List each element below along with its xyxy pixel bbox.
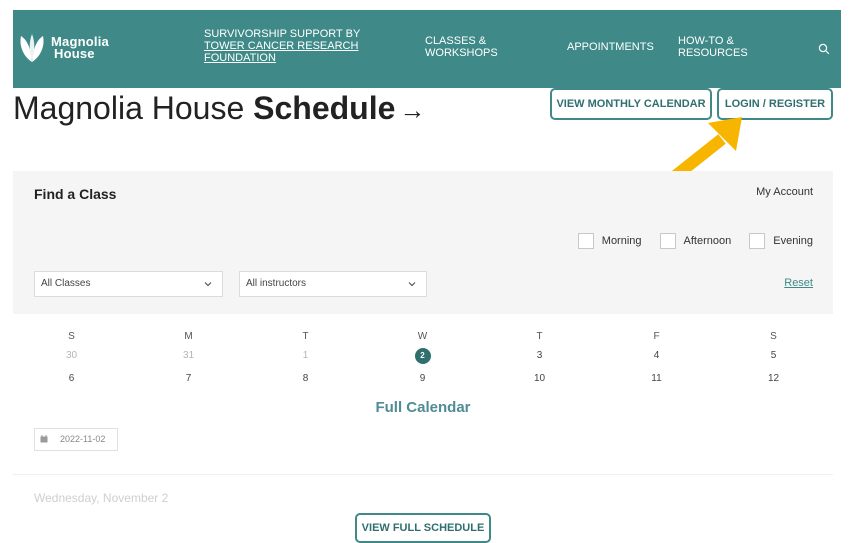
calendar-day[interactable]: 9 — [364, 373, 481, 384]
classes-select-value: All Classes — [41, 278, 91, 289]
tower-link-line-2[interactable]: FOUNDATION — [204, 52, 364, 64]
afternoon-checkbox[interactable]: Afternoon — [659, 233, 732, 249]
weekday-label: S — [68, 331, 75, 342]
nav-howto-line-1: HOW-TO & — [678, 35, 734, 47]
nav-appointments[interactable]: APPOINTMENTS — [567, 41, 654, 53]
calendar-day[interactable]: 30 — [13, 350, 130, 361]
calendar-icon — [40, 435, 48, 443]
chevron-down-icon — [408, 282, 416, 287]
magnolia-leaf-icon — [20, 34, 44, 62]
section-divider — [13, 474, 833, 475]
page-title: Magnolia House Schedule → — [13, 88, 425, 130]
checkbox-box[interactable] — [577, 233, 594, 249]
morning-checkbox[interactable]: Morning — [577, 233, 642, 249]
weekday-label: T — [536, 331, 543, 342]
calendar-day-selected[interactable]: 2 — [364, 348, 481, 364]
calendar-day[interactable]: 8 — [247, 373, 364, 384]
morning-label: Morning — [601, 235, 642, 247]
weekday-label: M — [184, 331, 193, 342]
nav-classes-workshops[interactable]: CLASSES & WORKSHOPS — [425, 35, 498, 59]
calendar-day[interactable]: 7 — [130, 373, 247, 384]
my-account-link[interactable]: My Account — [756, 186, 813, 198]
evening-checkbox[interactable]: Evening — [749, 233, 813, 249]
magnolia-house-logo[interactable]: Magnolia House — [17, 32, 109, 64]
checkbox-box[interactable] — [749, 233, 766, 249]
calendar-day[interactable]: 11 — [598, 373, 715, 384]
instructors-select[interactable]: All instructors — [239, 271, 427, 297]
calendar-day[interactable]: 5 — [715, 350, 832, 361]
logo-line-2: House — [54, 46, 95, 61]
logo-text: Magnolia House — [51, 35, 109, 61]
find-a-class-panel: Find a Class My Account Morning Afternoo… — [13, 171, 833, 314]
nav-howto-line-2: RESOURCES — [678, 47, 748, 59]
weekday-label: T — [302, 331, 309, 342]
weekday-label: S — [770, 331, 777, 342]
calendar-day[interactable]: 10 — [481, 373, 598, 384]
page-title-bold: Schedule — [253, 90, 396, 126]
time-filter-checkboxes: Morning Afternoon Evening — [560, 233, 813, 249]
calendar-day[interactable]: 1 — [247, 350, 364, 361]
view-full-schedule-button[interactable]: VIEW FULL SCHEDULE — [355, 513, 491, 543]
calendar-week-1: 30 31 1 2 3 4 5 — [13, 348, 833, 364]
calendar-week-2: 6 7 8 9 10 11 12 — [13, 373, 833, 387]
nav-how-to-resources[interactable]: HOW-TO & RESOURCES — [678, 35, 748, 59]
afternoon-label: Afternoon — [683, 235, 732, 247]
full-calendar-link[interactable]: Full Calendar — [13, 399, 833, 416]
nav-classes-line-1: CLASSES & — [425, 35, 487, 47]
weekday-label: F — [653, 331, 660, 342]
calendar-day[interactable]: 12 — [715, 373, 832, 384]
calendar-day[interactable]: 31 — [130, 350, 247, 361]
chevron-down-icon — [204, 282, 212, 287]
instructors-select-value: All instructors — [246, 278, 307, 289]
checkbox-box[interactable] — [659, 233, 676, 249]
tower-link-line-1[interactable]: TOWER CANCER RESEARCH — [204, 40, 364, 52]
weekday-label: W — [417, 331, 428, 342]
evening-label: Evening — [773, 235, 813, 247]
classes-select[interactable]: All Classes — [34, 271, 223, 297]
calendar-day[interactable]: 4 — [598, 350, 715, 361]
reset-link[interactable]: Reset — [784, 277, 813, 289]
search-icon[interactable] — [818, 43, 830, 55]
date-value: 2022-11-02 — [60, 434, 106, 444]
calendar-day[interactable]: 3 — [481, 350, 598, 361]
find-a-class-heading: Find a Class — [34, 186, 117, 202]
survivorship-line-1: SURVIVORSHIP SUPPORT BY — [204, 28, 361, 40]
title-arrow-icon: → — [399, 95, 426, 125]
calendar-day[interactable]: 6 — [13, 373, 130, 384]
date-picker-input[interactable]: 2022-11-02 — [34, 428, 118, 451]
schedule-day-heading: Wednesday, November 2 — [34, 491, 169, 505]
selected-day-badge: 2 — [414, 348, 431, 364]
nav-survivorship-support[interactable]: SURVIVORSHIP SUPPORT BY TOWER CANCER RES… — [204, 28, 364, 64]
nav-classes-line-2: WORKSHOPS — [425, 47, 498, 59]
top-navigation-bar: Magnolia House SURVIVORSHIP SUPPORT BY T… — [13, 10, 841, 88]
page-title-prefix: Magnolia House — [13, 90, 245, 126]
calendar-weekday-header: S M T W T F S — [13, 331, 833, 345]
